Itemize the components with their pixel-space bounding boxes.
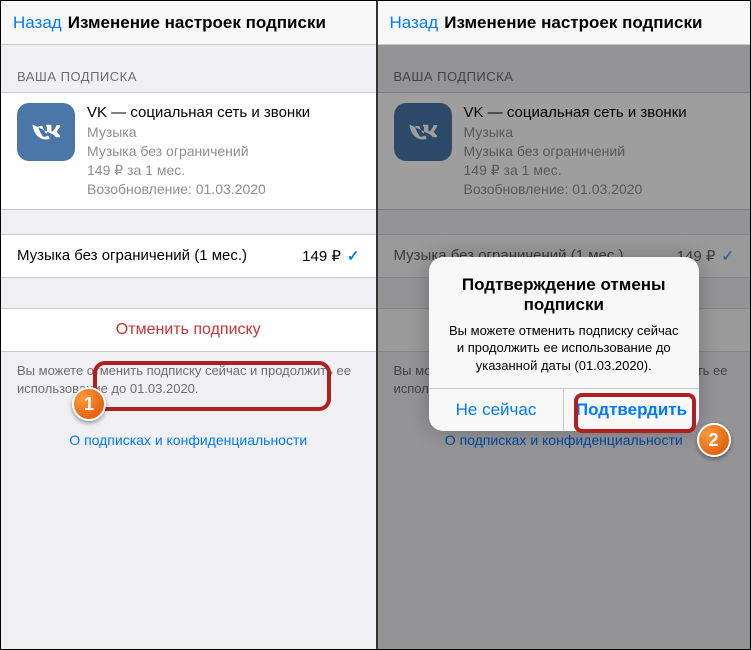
app-category: Музыка <box>87 123 360 142</box>
screen-subscription-settings: Назад Изменение настроек подписки ВАША П… <box>1 1 376 649</box>
back-button[interactable]: Назад <box>390 13 439 33</box>
renewal-date: Возобновление: 01.03.2020 <box>87 180 360 199</box>
price-line: 149 ₽ за 1 мес. <box>87 161 360 180</box>
navbar: Назад Изменение настроек подписки <box>378 1 751 45</box>
alert-title: Подтверждение отмены подписки <box>445 275 683 316</box>
page-title: Изменение настроек подписки <box>444 13 702 33</box>
step-badge-2: 2 <box>697 423 731 457</box>
plan-option-price: 149 ₽ <box>302 247 341 265</box>
cancel-footnote: Вы можете отменить подписку сейчас и про… <box>1 352 376 398</box>
vk-app-icon <box>17 103 75 161</box>
alert-message: Вы можете отменить подписку сейчас и про… <box>445 322 683 375</box>
step-badge-1: 1 <box>72 387 106 421</box>
subscription-card: VK — социальная сеть и звонки Музыка Муз… <box>1 92 376 210</box>
screen-confirm-dialog: Назад Изменение настроек подписки ВАША П… <box>376 1 751 649</box>
confirm-alert: Подтверждение отмены подписки Вы можете … <box>429 257 699 431</box>
page-title: Изменение настроек подписки <box>68 13 326 33</box>
plan-option-label: Музыка без ограничений (1 мес.) <box>17 247 247 264</box>
navbar: Назад Изменение настроек подписки <box>1 1 376 45</box>
cancel-subscription-button[interactable]: Отменить подписку <box>1 308 376 352</box>
alert-cancel-button[interactable]: Не сейчас <box>429 389 564 431</box>
section-header: ВАША ПОДПИСКА <box>1 45 376 92</box>
check-icon: ✓ <box>347 247 360 265</box>
alert-confirm-button[interactable]: Подтвердить <box>563 389 699 431</box>
privacy-link[interactable]: О подписках и конфиденциальности <box>1 432 376 448</box>
plan-name: Музыка без ограничений <box>87 142 360 161</box>
cancel-subscription-label: Отменить подписку <box>116 321 261 338</box>
back-button[interactable]: Назад <box>13 13 62 33</box>
app-name: VK — социальная сеть и звонки <box>87 103 360 123</box>
plan-option-row[interactable]: Музыка без ограничений (1 мес.) 149 ₽ ✓ <box>1 234 376 278</box>
